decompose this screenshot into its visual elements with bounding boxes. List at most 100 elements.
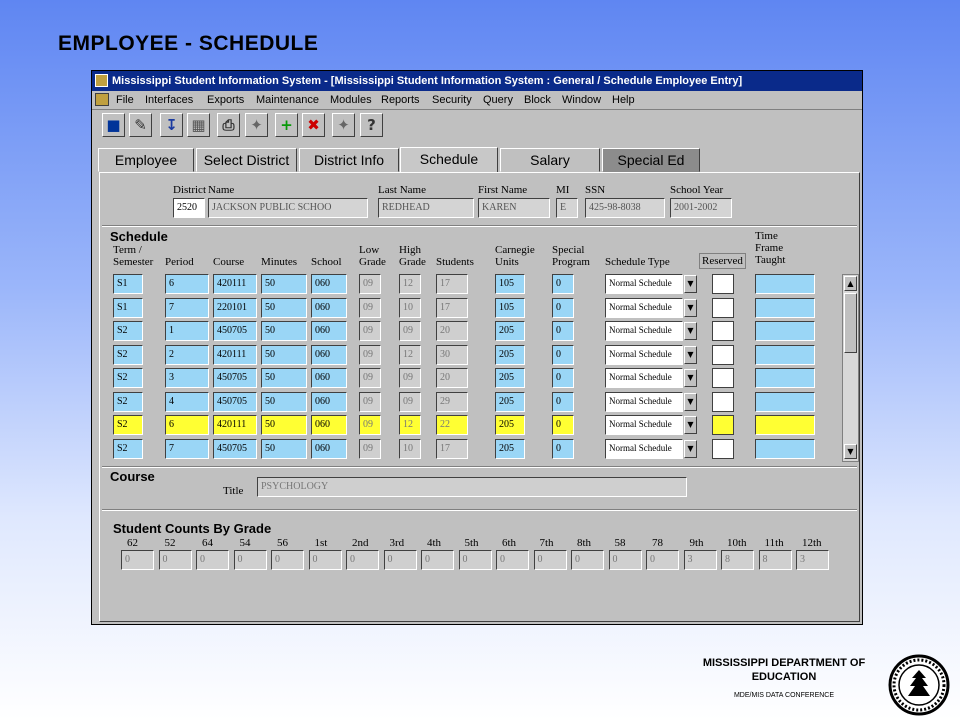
schedule-cell-term[interactable]: S1 [113, 297, 143, 318]
schedule-cell-course[interactable]: 420111 [213, 274, 257, 294]
grade-count-field[interactable]: 0 [608, 550, 642, 570]
tab-employee[interactable]: Employee [98, 148, 194, 172]
reserved-checkbox[interactable] [712, 344, 734, 365]
print-icon[interactable]: ⎙ [217, 113, 240, 137]
schedule-cell-students[interactable]: 17 [436, 438, 468, 459]
schedule-cell-carnegie[interactable]: 205 [495, 415, 525, 435]
schedule-cell-period[interactable]: 3 [165, 368, 209, 388]
schedule-cell-course[interactable]: 450705 [213, 321, 257, 341]
time-frame-field[interactable] [755, 321, 815, 341]
grade-count-field[interactable]: 3 [796, 550, 829, 570]
time-frame-field[interactable] [755, 415, 815, 435]
schedule-cell-minutes[interactable]: 50 [261, 391, 307, 412]
scroll-up-icon[interactable]: ▲ [844, 276, 857, 291]
grade-count-field[interactable]: 0 [121, 550, 154, 570]
schedule-cell-school[interactable]: 060 [311, 297, 347, 318]
schedule-cell-high[interactable]: 10 [399, 297, 421, 318]
schedule-cell-low[interactable]: 09 [359, 344, 381, 365]
last-name-field[interactable]: REDHEAD [378, 198, 474, 218]
schedule-type-select[interactable]: Normal Schedule [605, 391, 683, 412]
schedule-cell-carnegie[interactable]: 205 [495, 368, 525, 388]
schedule-cell-high[interactable]: 09 [399, 321, 421, 341]
tab-district-info[interactable]: District Info [299, 148, 399, 172]
doc-icon[interactable] [95, 93, 109, 106]
schedule-cell-period[interactable]: 7 [165, 297, 209, 318]
menu-help[interactable]: Help [612, 94, 635, 106]
time-frame-field[interactable] [755, 391, 815, 412]
schedule-cell-low[interactable]: 09 [359, 321, 381, 341]
tab-special-ed[interactable]: Special Ed [602, 148, 700, 172]
grade-count-field[interactable]: 0 [196, 550, 229, 570]
tab-select-district[interactable]: Select District [196, 148, 297, 172]
schedule-cell-students[interactable]: 29 [436, 391, 468, 412]
chevron-down-icon[interactable]: ▼ [684, 392, 697, 411]
delete-record-icon[interactable]: ✖ [302, 113, 325, 137]
schedule-cell-school[interactable]: 060 [311, 274, 347, 294]
schedule-cell-period[interactable]: 1 [165, 321, 209, 341]
schedule-cell-low[interactable]: 09 [359, 368, 381, 388]
menu-exports[interactable]: Exports [207, 94, 244, 106]
schedule-cell-special[interactable]: 0 [552, 391, 574, 412]
schedule-cell-high[interactable]: 12 [399, 274, 421, 294]
schedule-cell-carnegie[interactable]: 205 [495, 438, 525, 459]
schedule-cell-high[interactable]: 10 [399, 438, 421, 459]
grade-count-field[interactable]: 0 [308, 550, 342, 570]
menu-reports[interactable]: Reports [381, 94, 420, 106]
schedule-cell-term[interactable]: S1 [113, 274, 143, 294]
grade-count-field[interactable]: 0 [571, 550, 604, 570]
schedule-cell-low[interactable]: 09 [359, 297, 381, 318]
schedule-cell-minutes[interactable]: 50 [261, 321, 307, 341]
schedule-cell-low[interactable]: 09 [359, 415, 381, 435]
grade-count-field[interactable]: 8 [758, 550, 792, 570]
schedule-cell-low[interactable]: 09 [359, 274, 381, 294]
reserved-checkbox[interactable] [712, 297, 734, 318]
time-frame-field[interactable] [755, 438, 815, 459]
schedule-cell-school[interactable]: 060 [311, 415, 347, 435]
schedule-cell-low[interactable]: 09 [359, 438, 381, 459]
schedule-cell-high[interactable]: 12 [399, 415, 421, 435]
schedule-cell-school[interactable]: 060 [311, 438, 347, 459]
schedule-type-select[interactable]: Normal Schedule [605, 438, 683, 459]
district-name-field[interactable]: JACKSON PUBLIC SCHOO [208, 198, 368, 218]
menu-interfaces[interactable]: Interfaces [145, 94, 193, 106]
schedule-cell-course[interactable]: 220101 [213, 297, 257, 318]
scroll-thumb[interactable] [844, 293, 857, 353]
mi-field[interactable]: E [556, 198, 578, 218]
grade-count-field[interactable]: 0 [646, 550, 679, 570]
schedule-type-select[interactable]: Normal Schedule [605, 344, 683, 365]
grade-count-field[interactable]: 0 [233, 550, 267, 570]
schedule-cell-minutes[interactable]: 50 [261, 297, 307, 318]
schedule-cell-period[interactable]: 7 [165, 438, 209, 459]
schedule-cell-term[interactable]: S2 [113, 368, 143, 388]
grade-count-field[interactable]: 0 [533, 550, 567, 570]
schedule-cell-period[interactable]: 2 [165, 344, 209, 365]
grade-count-field[interactable]: 0 [346, 550, 379, 570]
schedule-cell-term[interactable]: S2 [113, 344, 143, 365]
schedule-scrollbar[interactable]: ▲ ▼ [842, 274, 859, 462]
schedule-cell-school[interactable]: 060 [311, 344, 347, 365]
schedule-cell-special[interactable]: 0 [552, 297, 574, 318]
schedule-cell-minutes[interactable]: 50 [261, 438, 307, 459]
schedule-type-select[interactable]: Normal Schedule [605, 274, 683, 294]
schedule-cell-carnegie[interactable]: 205 [495, 321, 525, 341]
reserved-checkbox[interactable] [712, 391, 734, 412]
schedule-cell-carnegie[interactable]: 105 [495, 274, 525, 294]
time-frame-field[interactable] [755, 274, 815, 294]
chevron-down-icon[interactable]: ▼ [684, 298, 697, 317]
tab-schedule[interactable]: Schedule [400, 147, 498, 173]
schedule-cell-period[interactable]: 4 [165, 391, 209, 412]
schedule-cell-course[interactable]: 420111 [213, 344, 257, 365]
schedule-cell-special[interactable]: 0 [552, 274, 574, 294]
grade-count-field[interactable]: 0 [383, 550, 417, 570]
chevron-down-icon[interactable]: ▼ [684, 416, 697, 434]
schedule-cell-minutes[interactable]: 50 [261, 344, 307, 365]
schedule-cell-school[interactable]: 060 [311, 391, 347, 412]
menu-query[interactable]: Query [483, 94, 513, 106]
chevron-down-icon[interactable]: ▼ [684, 345, 697, 364]
schedule-cell-special[interactable]: 0 [552, 438, 574, 459]
schedule-cell-high[interactable]: 09 [399, 391, 421, 412]
schedule-cell-students[interactable]: 22 [436, 415, 468, 435]
grade-count-field[interactable]: 0 [458, 550, 492, 570]
schedule-cell-minutes[interactable]: 50 [261, 274, 307, 294]
grade-count-field[interactable]: 0 [158, 550, 192, 570]
